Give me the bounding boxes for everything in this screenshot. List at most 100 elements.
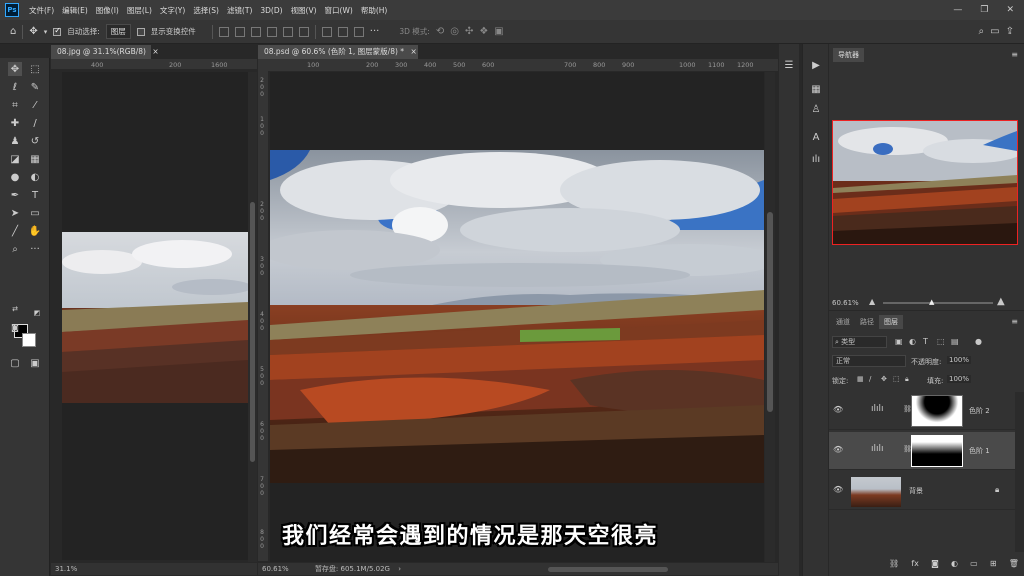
- menu-view[interactable]: 视图(V): [287, 5, 321, 16]
- layer-filter-dropdown[interactable]: ⌕ 类型: [832, 336, 887, 348]
- align-middle-icon[interactable]: [282, 26, 293, 37]
- panel-menu-icon[interactable]: ≡: [1011, 50, 1018, 59]
- zoom-level[interactable]: 31.1%: [55, 565, 77, 573]
- properties-icon[interactable]: ☰: [782, 58, 796, 72]
- histogram-icon[interactable]: ▦: [809, 82, 823, 96]
- swap-colors-icon[interactable]: ⇄: [8, 302, 22, 316]
- visibility-eye-icon[interactable]: 👁︎: [833, 405, 843, 414]
- 3d-pan-icon[interactable]: ✣: [465, 26, 473, 37]
- zoom-out-icon[interactable]: ▲: [869, 297, 875, 306]
- home-icon[interactable]: ⌂: [10, 26, 16, 37]
- 3d-scale-icon[interactable]: ▣: [494, 26, 503, 37]
- quick-mask-icon[interactable]: ▢: [8, 356, 22, 370]
- filter-type-icon[interactable]: T: [923, 337, 928, 346]
- document-1-image[interactable]: [62, 232, 248, 403]
- filter-toggle[interactable]: ●: [975, 337, 982, 346]
- menu-filter[interactable]: 滤镜(T): [223, 5, 256, 16]
- 3d-orbit-icon[interactable]: ⟲: [436, 26, 444, 37]
- layer-row-levels-1[interactable]: 👁︎ ılılı ⛓︎ 色阶 1: [829, 432, 1015, 470]
- crop-tool-icon[interactable]: ⌗: [8, 98, 22, 112]
- layer-thumbnail[interactable]: [851, 477, 901, 507]
- distribute-icon[interactable]: [353, 26, 364, 37]
- paragraph-icon[interactable]: A: [809, 130, 823, 144]
- chevron-down-icon[interactable]: ▾: [44, 28, 48, 36]
- menu-layer[interactable]: 图层(L): [123, 5, 156, 16]
- filter-shape-icon[interactable]: ⬚: [937, 337, 945, 346]
- trash-icon[interactable]: 🗑︎: [1009, 559, 1019, 573]
- align-bottom-icon[interactable]: [298, 26, 309, 37]
- more-tools-icon[interactable]: ···: [28, 242, 42, 256]
- layers-scrollbar[interactable]: [1015, 392, 1024, 552]
- transform-controls-checkbox[interactable]: [136, 27, 145, 36]
- workspace-icon[interactable]: ▭: [990, 26, 999, 37]
- menu-type[interactable]: 文字(Y): [156, 5, 189, 16]
- menu-edit[interactable]: 编辑(E): [58, 5, 92, 16]
- layer-name[interactable]: 色阶 2: [969, 406, 990, 416]
- distribute-icon[interactable]: [337, 26, 348, 37]
- tab-navigator[interactable]: 导航器: [833, 48, 864, 62]
- opacity-value[interactable]: 100%: [947, 356, 972, 364]
- more-icon[interactable]: ···: [370, 26, 380, 37]
- tab-layers[interactable]: 图层: [879, 315, 903, 329]
- menu-select[interactable]: 选择(S): [189, 5, 223, 16]
- adjustment-icon[interactable]: ◐: [951, 559, 958, 573]
- distribute-icon[interactable]: [321, 26, 332, 37]
- panel-menu-icon[interactable]: ≡: [1011, 317, 1018, 326]
- move-tool-icon[interactable]: ✥: [8, 62, 22, 76]
- lock-transparent-icon[interactable]: ▦: [857, 375, 864, 383]
- zoom-in-icon[interactable]: ▲: [997, 296, 1005, 307]
- blend-mode-dropdown[interactable]: 正常: [832, 355, 906, 367]
- brush-tool-icon[interactable]: /: [28, 116, 42, 130]
- tab-document-1[interactable]: 08.jpg @ 31.1%(RGB/8) ×: [51, 45, 159, 59]
- pen-tool-icon[interactable]: ✒: [8, 188, 22, 202]
- eyedropper-tool-icon[interactable]: ⁄: [28, 98, 42, 112]
- history-brush-icon[interactable]: ↺: [28, 134, 42, 148]
- clone-stamp-icon[interactable]: ♟: [8, 134, 22, 148]
- new-layer-icon[interactable]: ⊞: [990, 559, 997, 573]
- scrollbar-1[interactable]: [248, 72, 257, 562]
- type-tool-icon[interactable]: T: [28, 188, 42, 202]
- link-icon[interactable]: ⛓︎: [889, 559, 899, 573]
- horizontal-scroll-thumb[interactable]: [548, 567, 668, 572]
- path-select-icon[interactable]: ➤: [8, 206, 22, 220]
- close-icon[interactable]: ×: [152, 47, 158, 56]
- align-left-icon[interactable]: [218, 26, 229, 37]
- menu-file[interactable]: 文件(F): [25, 5, 58, 16]
- line-tool-icon[interactable]: ╱: [8, 224, 22, 238]
- default-colors-icon[interactable]: ◩: [30, 306, 44, 320]
- fx-icon[interactable]: fx: [911, 559, 919, 573]
- lock-artboard-icon[interactable]: ⬚: [893, 375, 900, 383]
- marquee-tool-icon[interactable]: ⬚: [28, 62, 42, 76]
- filter-pixel-icon[interactable]: ▣: [895, 337, 903, 346]
- quick-select-tool-icon[interactable]: ✎: [28, 80, 42, 94]
- menu-window[interactable]: 窗口(W): [321, 5, 357, 16]
- scrollbar-2[interactable]: [765, 72, 775, 562]
- menu-help[interactable]: 帮助(H): [357, 5, 392, 16]
- maximize-button[interactable]: ❐: [980, 5, 988, 15]
- zoom-level[interactable]: 60.61%: [262, 565, 289, 573]
- document-2-image[interactable]: [270, 150, 764, 483]
- scroll-thumb[interactable]: [767, 212, 773, 412]
- eraser-tool-icon[interactable]: ◪: [8, 152, 22, 166]
- hand-tool-icon[interactable]: ✋: [28, 224, 42, 238]
- zoom-slider[interactable]: [883, 302, 993, 304]
- lock-position-icon[interactable]: ✥: [881, 375, 887, 383]
- visibility-eye-icon[interactable]: 👁︎: [833, 485, 843, 494]
- status-arrow-icon[interactable]: ›: [398, 565, 401, 573]
- auto-select-dropdown[interactable]: 图层: [105, 24, 131, 39]
- layer-mask-thumbnail[interactable]: [911, 395, 963, 427]
- align-center-icon[interactable]: [234, 26, 245, 37]
- blur-tool-icon[interactable]: ●: [8, 170, 22, 184]
- zoom-slider-thumb[interactable]: ▲: [929, 298, 934, 306]
- 3d-roll-icon[interactable]: ◎: [450, 26, 459, 37]
- scroll-thumb[interactable]: [250, 202, 255, 462]
- mask-icon[interactable]: ◙: [931, 559, 939, 573]
- fill-value[interactable]: 100%: [947, 375, 972, 383]
- minimize-button[interactable]: —: [953, 5, 962, 15]
- play-icon[interactable]: ▶: [809, 58, 823, 72]
- tab-paths[interactable]: 路径: [855, 315, 879, 329]
- lock-all-icon[interactable]: 🔒︎: [905, 375, 909, 384]
- align-top-icon[interactable]: [266, 26, 277, 37]
- move-tool-icon[interactable]: ✥: [29, 26, 37, 37]
- navigator-preview[interactable]: [832, 120, 1018, 245]
